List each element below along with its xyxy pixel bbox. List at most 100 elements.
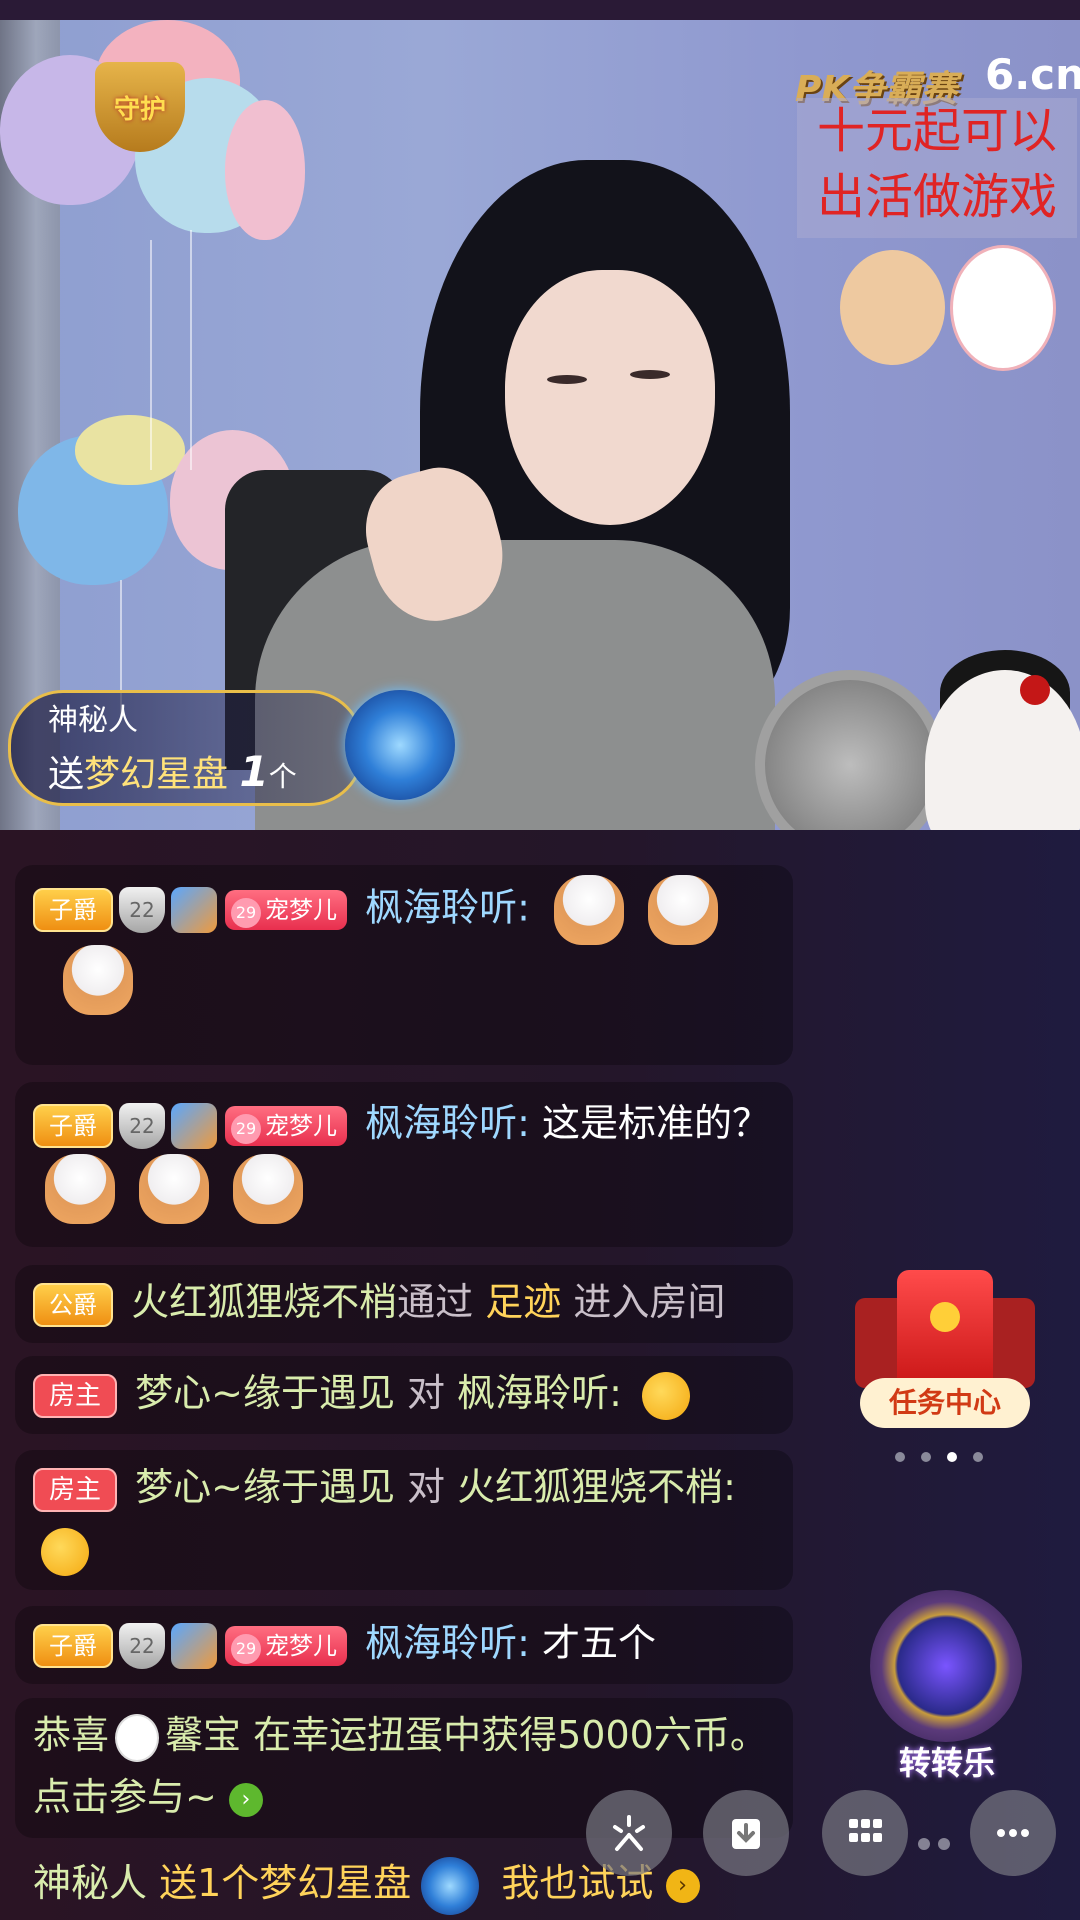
fan-badge-icon <box>171 1622 217 1669</box>
gift-count: 1 <box>239 747 269 796</box>
star-disk-gift-icon <box>345 690 455 800</box>
carousel-dot <box>921 1452 931 1462</box>
gift-action: 送 <box>48 754 85 795</box>
host-badge: 房主 <box>33 1373 118 1418</box>
to-text: 对 <box>407 1465 446 1509</box>
bunny-avatar-icon <box>115 1713 160 1762</box>
balloon <box>225 100 305 240</box>
fan-club-badge: 29 宠梦儿 <box>225 890 347 930</box>
bunny-sticker <box>950 245 1056 371</box>
bear-sticker <box>840 250 945 365</box>
chat-username[interactable]: 梦心~缘于遇见 <box>135 1465 395 1509</box>
red-envelope-icon <box>897 1270 993 1390</box>
club-name: 宠梦儿 <box>265 1631 337 1660</box>
carousel-dots <box>895 1452 983 1462</box>
chat-username[interactable]: 馨宝 <box>165 1713 241 1757</box>
gift-sender: 神秘人 <box>48 703 138 738</box>
chat-message[interactable]: 房主 梦心~缘于遇见 对 枫海聆听: <box>15 1356 793 1434</box>
spin-wheel-icon <box>870 1590 1022 1742</box>
star-disk-gift-icon <box>421 1856 480 1915</box>
rank-badge: 子爵 <box>33 1103 113 1148</box>
source-text: 足迹 <box>485 1280 562 1324</box>
chat-message[interactable]: 子爵 22 29 宠梦儿 枫海聆听: 才五个 <box>15 1606 793 1684</box>
carousel-dot <box>895 1452 905 1462</box>
thinking-emoji-icon <box>642 1371 691 1420</box>
chat-message[interactable]: 神秘人 送1个梦幻星盘 我也试试 › <box>15 1850 793 1920</box>
fan-badge-icon <box>171 1102 217 1149</box>
chat-text: 送1个梦幻星盘 <box>159 1861 412 1905</box>
guard-level-badge: 22 <box>119 887 165 933</box>
overlay-note: 十元起可以 出活做游戏 <box>797 98 1077 238</box>
site-logo: 6.cn <box>985 50 1080 99</box>
toolbar-dots <box>918 1838 950 1850</box>
grid-icon <box>849 1819 882 1842</box>
guard-badge[interactable]: 守护 <box>95 62 185 152</box>
rank-badge: 子爵 <box>33 1623 113 1668</box>
arrow-right-icon[interactable]: › <box>228 1782 263 1817</box>
egg-emoji-icon <box>554 875 624 945</box>
carousel-dot-active <box>947 1452 957 1462</box>
egg-emoji-icon <box>45 1154 115 1224</box>
chat-username[interactable]: 梦心~缘于遇见 <box>135 1371 395 1415</box>
task-center-widget[interactable]: 任务中心 <box>855 1270 1035 1440</box>
chat-message[interactable]: 恭喜 馨宝 在幸运扭蛋中获得5000六币。点击参与~ › <box>15 1698 793 1838</box>
chat-text: 才五个 <box>542 1621 657 1665</box>
gift-line: 送梦幻星盘 1个 <box>48 745 297 797</box>
sparkle-icon <box>613 1815 645 1851</box>
chat-username[interactable]: 火红狐狸烧不梢 <box>131 1280 397 1324</box>
fan-club-badge: 29 宠梦儿 <box>225 1105 347 1146</box>
chat-target[interactable]: 火红狐狸烧不梢: <box>457 1465 736 1509</box>
chat-message[interactable]: 子爵 22 29 宠梦儿 枫海聆听: 这是标准的？ <box>15 1082 793 1247</box>
streamer-face <box>505 270 715 525</box>
carousel-dot <box>973 1452 983 1462</box>
balloon-string <box>150 240 152 470</box>
club-level: 29 <box>231 898 261 928</box>
rank-badge: 公爵 <box>33 1282 113 1327</box>
chat-target[interactable]: 枫海聆听: <box>457 1371 622 1415</box>
club-name: 宠梦儿 <box>265 896 337 924</box>
action-text: 进入房间 <box>573 1280 726 1324</box>
host-badge: 房主 <box>33 1467 118 1512</box>
overlay-note-line: 十元起可以 <box>816 103 1057 159</box>
chat-message[interactable]: 公爵 火红狐狸烧不梢通过 足迹 进入房间 <box>15 1265 793 1343</box>
chat-username[interactable]: 枫海聆听: <box>365 1621 530 1665</box>
chat-text: 这是标准的？ <box>542 1101 771 1145</box>
chat-username[interactable]: 枫海聆听: <box>365 886 530 930</box>
chat-username[interactable]: 神秘人 <box>33 1861 147 1905</box>
more-button[interactable] <box>970 1790 1056 1876</box>
grid-button[interactable] <box>822 1790 908 1876</box>
overlay-note-line: 出活做游戏 <box>816 169 1057 225</box>
chat-username[interactable]: 枫海聆听: <box>365 1101 530 1145</box>
guard-level-badge: 22 <box>119 1102 165 1149</box>
chat-message[interactable]: 房主 梦心~缘于遇见 对 火红狐狸烧不梢: <box>15 1450 793 1590</box>
gift-unit: 个 <box>268 760 297 793</box>
balloon-string <box>190 230 192 470</box>
download-icon <box>732 1819 760 1849</box>
egg-emoji-icon <box>233 1154 303 1224</box>
eye <box>547 375 587 384</box>
egg-emoji-icon <box>63 945 133 1015</box>
more-icon <box>997 1829 1029 1837</box>
download-button[interactable] <box>703 1790 789 1876</box>
club-name: 宠梦儿 <box>265 1111 337 1140</box>
sparkle-button[interactable] <box>586 1790 672 1876</box>
plush-bow <box>1020 675 1050 705</box>
spin-game-widget[interactable]: 转转乐 <box>862 1590 1032 1790</box>
balloon <box>75 415 185 485</box>
fan-badge-icon <box>171 887 217 933</box>
egg-emoji-icon <box>139 1154 209 1224</box>
to-text: 对 <box>407 1371 446 1415</box>
shy-emoji-icon <box>41 1527 89 1576</box>
arrow-right-icon[interactable]: › <box>665 1868 700 1903</box>
club-level: 29 <box>231 1633 261 1664</box>
microphone <box>755 670 945 830</box>
gift-name: 梦幻星盘 <box>84 754 229 795</box>
club-level: 29 <box>231 1113 261 1144</box>
chat-message[interactable]: 子爵 22 29 宠梦儿 枫海聆听: <box>15 865 793 1065</box>
rank-badge: 子爵 <box>33 888 113 932</box>
task-center-label: 任务中心 <box>860 1378 1030 1428</box>
spin-label: 转转乐 <box>898 1744 995 1782</box>
via-text: 通过 <box>397 1280 474 1324</box>
prefix-text: 恭喜 <box>33 1713 110 1757</box>
eye <box>630 370 670 379</box>
